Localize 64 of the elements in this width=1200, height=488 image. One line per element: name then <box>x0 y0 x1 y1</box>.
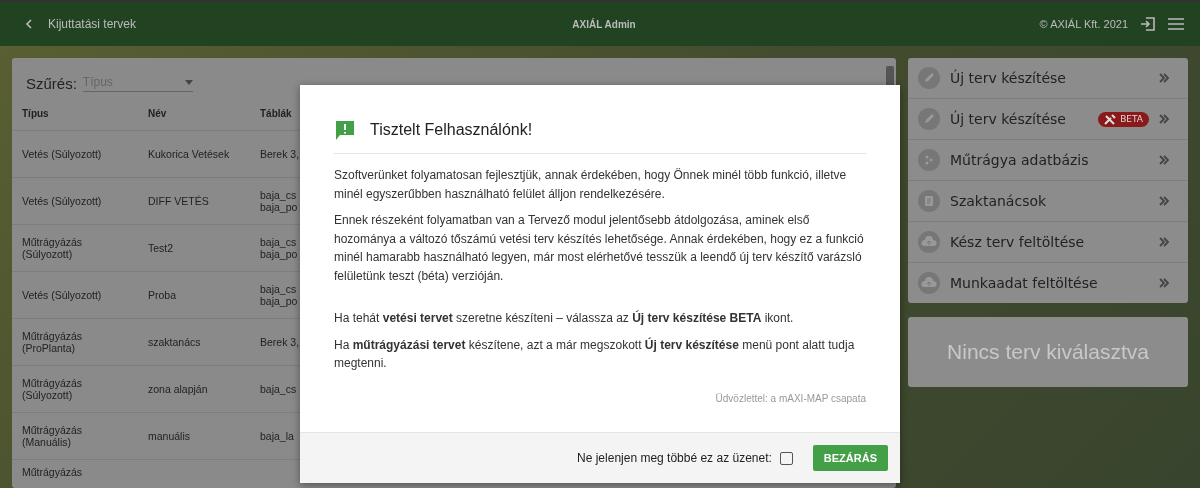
menu-item[interactable]: Új terv készítése BETA <box>908 99 1188 140</box>
menu-item[interactable]: Kész terv feltöltése <box>908 222 1188 263</box>
table-cell-text: Műtrágyázás (Súlyozott) <box>21 236 84 260</box>
table-cell-text: Műtrágyázás (ProPlanta) <box>21 330 84 354</box>
empty-message: Nincs terv kiválasztva <box>947 340 1149 364</box>
table-cell-text: baja_cs baja_po <box>260 236 299 260</box>
chevron-icon <box>1159 114 1170 124</box>
chevron-icon <box>1159 237 1170 247</box>
dialog-paragraph: Szoftverünket folyamatosan fejlesztjük, annak érdekében, hogy Önnek minél több funkció, illetve minél egyszerűbben használható felület álljon rendelkezésére. <box>334 167 848 203</box>
chevron-icon <box>1159 73 1170 83</box>
table-cell: Berek 3, <box>260 336 300 348</box>
table-cell-text: Vetés (Súlyozott) <box>21 195 103 207</box>
chevron-icon <box>1159 278 1170 288</box>
table-cell-text: manuális <box>147 430 192 442</box>
dialog-paragraph: Ha tehát vetési tervet szeretne készíteni – válassza az Új terv készítése BETA ikont. <box>334 309 795 327</box>
table-cell-text: Kukorica Vetések <box>147 148 231 160</box>
table-cell-text: Műtrágyázás (Súlyozott) <box>21 377 84 401</box>
table-cell-text: Test2 <box>147 242 175 254</box>
caret-icon <box>184 79 193 85</box>
chevron-icon <box>1159 155 1170 165</box>
table-cell-text: baja_cs baja_po <box>260 283 299 307</box>
menu-item[interactable]: Új terv készítése <box>908 58 1188 99</box>
dialog-title: Tisztelt Felhasználónk! <box>370 121 533 139</box>
checkbox[interactable] <box>779 451 793 465</box>
upload-icon <box>918 272 940 294</box>
dialog-paragraph: Ha műtrágyázási tervet készítene, azt a már megszokott Új terv készítése menü pont alatt tudja megtenni. <box>334 336 856 372</box>
message-alert-icon <box>334 119 356 141</box>
table-cell-text: zona alapján <box>147 383 209 395</box>
page-title: Kijuttatási tervek <box>48 17 137 31</box>
filter-label: Szűrés: <box>26 75 77 92</box>
back-icon[interactable] <box>24 19 34 29</box>
dots-icon <box>918 149 940 171</box>
checkbox-label: Ne jelenjen meg többé ez az üzenet: <box>577 451 772 465</box>
column-header: Név <box>147 107 168 119</box>
column-header: Típus <box>21 107 50 119</box>
signature-text: Üdvözlettel: a mAXI-MAP csapata <box>714 392 866 404</box>
table-cell-text: baja_cs baja_po <box>260 189 299 213</box>
chevron-icon <box>1159 196 1170 206</box>
tools-icon <box>1104 113 1117 125</box>
close-button[interactable]: BEZÁRÁS <box>812 445 888 471</box>
upload-icon <box>918 231 940 253</box>
dialog-paragraph: Ennek részeként folyamatban van a Tervező modul jelentősebb átdolgozása, aminek első hozománya a változó tőszámú vetési terv készítés lehetősége. Annak érdekében, hogy ez a funkció minél hamarabb használható legyen, már most elérhetővé tesszük a leendő új terv készítő varázsló felületünk teszt (béta) verzióján. <box>334 212 865 285</box>
app-title: AXIÁL Admin <box>572 18 636 30</box>
copyright-text: © AXIÁL Kft. 2021 <box>1039 18 1128 30</box>
pencil-icon <box>918 67 940 89</box>
menu-item[interactable]: Műtrágya adatbázis <box>908 140 1188 181</box>
table-cell-text: Proba <box>147 289 178 301</box>
table-cell-text: baja_la <box>260 430 295 442</box>
menu-item[interactable]: Szaktanácsok <box>908 181 1188 222</box>
table-cell-text: Vetés (Súlyozott) <box>21 289 103 301</box>
beta-badge: BETA <box>1098 111 1149 127</box>
table-cell-text: szaktanács <box>147 336 202 348</box>
menu-item[interactable]: Munkaadat feltöltése <box>908 263 1188 303</box>
table-cell-text: Vetés (Súlyozott) <box>21 148 103 160</box>
table-cell-text: baja_cs <box>260 383 298 395</box>
clipboard-icon <box>918 190 940 212</box>
table-cell-text: Műtrágyázás <box>21 466 84 478</box>
column-header: Táblák <box>260 107 293 119</box>
table-cell-text: Műtrágyázás (Manuális) <box>21 424 84 448</box>
table-cell-text: DIFF VETÉS <box>147 195 210 207</box>
logout-icon[interactable] <box>1140 16 1156 32</box>
pencil-icon <box>918 108 940 130</box>
menu-icon[interactable] <box>1168 18 1184 30</box>
table-cell: Berek 3, <box>260 148 300 160</box>
